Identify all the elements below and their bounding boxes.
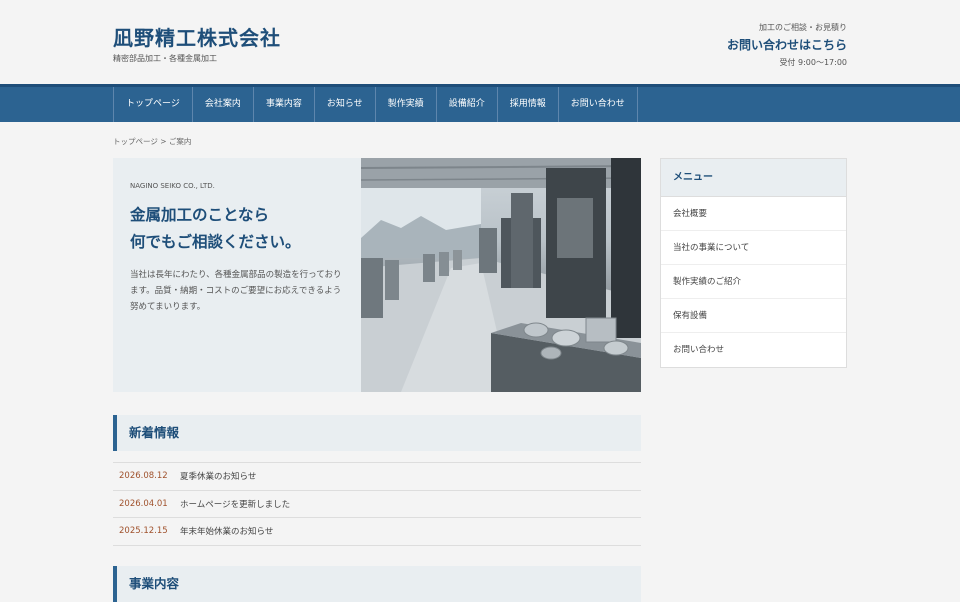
nav-item-recruit[interactable]: 採用情報	[498, 87, 559, 122]
list-item[interactable]: 2026.08.12 夏季休業のお知らせ	[113, 463, 641, 491]
news-date: 2025.12.15	[119, 526, 168, 537]
hero-body: 当社は長年にわたり、各種金属部品の製造を行っております。品質・納期・コストのご要…	[130, 270, 342, 312]
breadcrumb-current: ご案内	[168, 137, 192, 146]
hero-text: NAGINO SEIKO CO., LTD. 金属加工のことなら 何でもご相談く…	[113, 158, 361, 392]
breadcrumb-home[interactable]: トップページ	[113, 137, 158, 146]
news-title[interactable]: 夏季休業のお知らせ	[180, 470, 256, 482]
nav-item-works[interactable]: 製作実績	[376, 87, 437, 122]
sidebar-item-equipment[interactable]: 保有設備	[661, 299, 846, 333]
nav-item-business[interactable]: 事業内容	[254, 87, 315, 122]
hero-title: 金属加工のことなら 何でもご相談ください。	[130, 202, 361, 256]
hero-title-line1: 金属加工のことなら	[130, 206, 270, 224]
news-date: 2026.04.01	[119, 498, 168, 509]
global-nav-items: トップページ 会社案内 事業内容 お知らせ 製作実績 設備紹介 採用情報 お問い…	[113, 87, 638, 122]
list-item[interactable]: 2025.12.15 年末年始休業のお知らせ	[113, 518, 641, 546]
nav-item-equipment[interactable]: 設備紹介	[437, 87, 498, 122]
sidebar-item-contact[interactable]: お問い合わせ	[661, 333, 846, 367]
site-subtitle: 精密部品加工・各種金属加工	[113, 54, 217, 63]
breadcrumb-separator: >	[157, 137, 169, 146]
sidebar-item-business[interactable]: 当社の事業について	[661, 231, 846, 265]
factory-illustration	[361, 158, 641, 392]
contact-hours: 受付 9:00〜17:00	[779, 58, 847, 67]
sidebar-heading: メニュー	[661, 159, 846, 197]
nav-item-contact[interactable]: お問い合わせ	[559, 87, 638, 122]
hero-title-line2: 何でもご相談ください。	[130, 233, 301, 252]
site-title[interactable]: 凪野精工株式会社	[113, 22, 281, 51]
sidebar-menu: メニュー 会社概要 当社の事業について 製作実績のご紹介 保有設備 お問い合わせ	[660, 158, 847, 368]
news-list: 2026.08.12 夏季休業のお知らせ 2026.04.01 ホームページを更…	[113, 462, 641, 546]
nav-item-top[interactable]: トップページ	[114, 87, 193, 122]
nav-item-company[interactable]: 会社案内	[193, 87, 254, 122]
hero-company-en: NAGINO SEIKO CO., LTD.	[130, 182, 215, 190]
business-heading: 事業内容	[113, 566, 641, 602]
nav-item-news[interactable]: お知らせ	[315, 87, 376, 122]
contact-link[interactable]: お問い合わせはこちら	[727, 36, 847, 53]
contact-caption: 加工のご相談・お見積り	[759, 23, 847, 32]
sidebar-item-overview[interactable]: 会社概要	[661, 197, 846, 231]
list-item[interactable]: 2026.04.01 ホームページを更新しました	[113, 491, 641, 518]
header-contact: 加工のご相談・お見積り お問い合わせはこちら 受付 9:00〜17:00	[727, 22, 847, 68]
hero-section: NAGINO SEIKO CO., LTD. 金属加工のことなら 何でもご相談く…	[113, 158, 641, 392]
hero-factory-image	[361, 158, 641, 392]
news-heading: 新着情報	[113, 415, 641, 451]
sidebar-item-works[interactable]: 製作実績のご紹介	[661, 265, 846, 299]
site-header: 凪野精工株式会社 精密部品加工・各種金属加工 加工のご相談・お見積り お問い合わ…	[0, 0, 960, 84]
news-title[interactable]: ホームページを更新しました	[180, 498, 290, 510]
news-date: 2026.08.12	[119, 471, 168, 482]
breadcrumb: トップページ > ご案内	[113, 136, 191, 147]
news-title[interactable]: 年末年始休業のお知らせ	[180, 525, 273, 537]
